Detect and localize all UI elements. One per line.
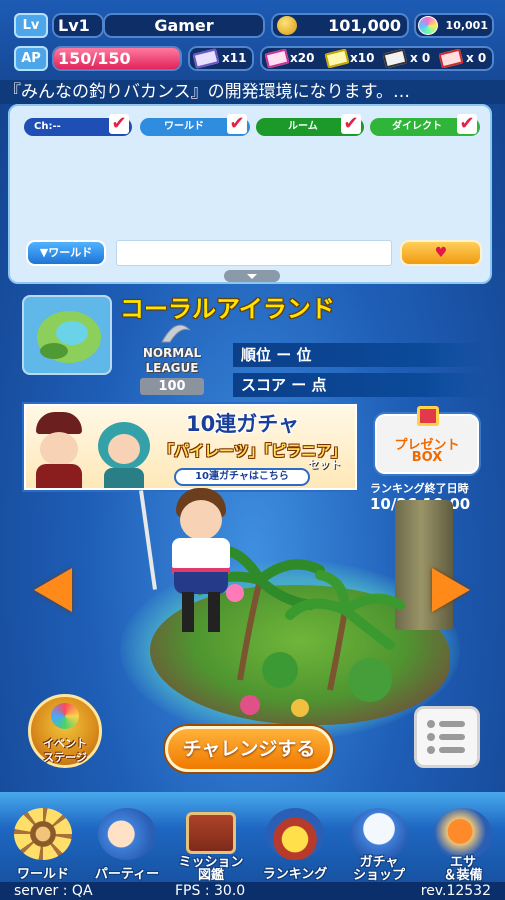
challenge-button[interactable]: チャレンジする [165,726,333,772]
chat-tab-world[interactable]: ワールド ✔ [140,114,250,136]
ticket-count: x10 [350,51,375,65]
revision-label: rev.12532 [420,883,491,899]
league-line1: NORMAL [142,346,202,360]
previous-stage-arrow[interactable] [34,568,72,612]
player-avatar[interactable] [162,488,244,638]
book-icon [186,812,236,854]
chat-tab-label: Ch:-- [34,121,61,132]
nav-label: エサ ＆装備 [443,855,483,883]
server-label: server : QA [14,883,93,899]
nav-gacha-shop[interactable]: ガチャ ショップ [338,808,420,882]
ticket-group-1: x11 [188,46,254,71]
coin-counter: 101,000 [271,13,409,38]
news-ticker[interactable]: 『みんなの釣りバカンス』の開発環境になります。… [0,80,505,104]
event-label-line2: ステージ [43,751,87,764]
ap-value: 150/150 [58,49,131,68]
nav-label: ワールド [16,867,69,882]
coin-amount: 101,000 [328,16,401,35]
present-box-button[interactable]: プレゼント BOX [375,406,479,474]
fishing-rod-image [139,490,157,590]
chat-message-area[interactable] [16,142,484,236]
checkbox-icon[interactable]: ✔ [109,114,129,134]
gift-box-icon [417,406,439,426]
ticket-count: x20 [290,51,315,65]
crown-icon [266,808,324,860]
gacha-machine-icon [350,808,408,860]
list-icon [427,720,465,754]
debug-footer: server : QA FPS : 30.0 rev.12532 [0,882,505,900]
gem-amount: 10,001 [445,19,488,32]
heart-icon: ♥ [434,245,448,261]
player-name[interactable]: Gamer [103,13,265,38]
nav-label: ミッション 図鑑 [178,855,244,883]
ticket-icon [438,48,464,69]
checkbox-icon[interactable]: ✔ [341,114,361,134]
ticket-count: x11 [222,51,247,65]
fps-label: FPS : 30.0 [175,883,246,899]
chat-send-button[interactable]: ♥ [400,240,482,266]
gacha-banner[interactable]: 10連ガチャ 「パイレーツ」「ピラニア」 セット 10連ガチャはこちら [24,404,357,490]
piranha-character-image [98,422,150,488]
league-badge: NORMAL LEAGUE 100 [132,324,212,396]
chat-tab-direct[interactable]: ダイレクト ✔ [370,114,480,136]
chat-channel-button[interactable]: ▼ワールド [26,240,106,266]
pinwheel-icon [51,703,79,729]
ranking-end-label: ランキング終了日時 [370,482,469,495]
chat-tab-label: ダイレクト [392,121,442,132]
fish-hook-icon [161,324,191,343]
checkbox-icon[interactable]: ✔ [457,114,477,134]
score-row: スコア ー 点 [233,373,488,397]
event-stage-button[interactable]: イベント ステージ [28,694,102,768]
chat-panel: Ch:-- ✔ ワールド ✔ ルーム ✔ ダイレクト ✔ ▼ワールド ♥ [8,104,492,284]
checkbox-icon[interactable]: ✔ [227,114,247,134]
gem-icon [418,16,438,35]
chat-tab-room[interactable]: ルーム ✔ [256,114,364,136]
ticket-icon [264,48,290,69]
coin-icon [277,16,297,35]
stage-thumbnail[interactable] [22,295,112,375]
nav-ranking[interactable]: ランキング [254,808,336,882]
ticket-count: x 0 [466,51,487,65]
nav-mission[interactable]: ミッション 図鑑 [170,808,252,882]
rank-row: 順位 ー 位 [233,343,488,367]
ap-tag: AP [14,46,48,71]
ticket-count: x 0 [410,51,431,65]
chat-tab-channel[interactable]: Ch:-- ✔ [24,114,132,136]
ticket-icon [382,48,408,69]
nav-bait-equipment[interactable]: エサ ＆装備 [422,808,504,882]
ticket-icon [324,48,350,69]
ticker-text: 『みんなの釣りバカンス』の開発環境になります。… [4,82,410,102]
ship-wheel-icon [14,808,72,860]
chat-collapse-handle[interactable] [224,270,280,282]
nav-label: パーティー [94,867,160,882]
chat-input[interactable] [116,240,392,266]
island-map-icon [24,297,110,373]
nav-world[interactable]: ワールド [2,808,84,882]
chevron-down-icon [247,274,257,279]
handshake-icon [98,808,156,860]
stage-title: コーラルアイランド [120,295,335,323]
equipment-icon [434,808,492,860]
chat-tab-label: ルーム [288,121,318,132]
ap-bar: 150/150 [52,46,182,71]
gacha-set-label: セット [308,458,341,471]
ticket-icon [192,48,220,69]
gem-counter[interactable]: 10,001 [414,13,494,38]
gacha-title: 10連ガチャ [186,412,300,436]
nav-label: ランキング [262,867,328,882]
chat-tab-label: ワールド [164,121,204,132]
menu-button[interactable] [414,706,480,768]
level-tag: Lv [14,13,48,38]
pirate-character-image [30,412,88,488]
gacha-link-button[interactable]: 10連ガチャはこちら [174,468,310,486]
level-display: Lv1 [52,13,104,38]
ticket-group-2: x20 x10 x 0 x 0 [260,46,494,71]
nav-party[interactable]: パーティー [86,808,168,882]
next-stage-arrow[interactable] [432,568,470,612]
league-number: 100 [140,378,204,395]
league-line2: LEAGUE [145,361,199,375]
nav-label: ガチャ ショップ [352,855,405,883]
present-label-line2: BOX [411,450,443,465]
